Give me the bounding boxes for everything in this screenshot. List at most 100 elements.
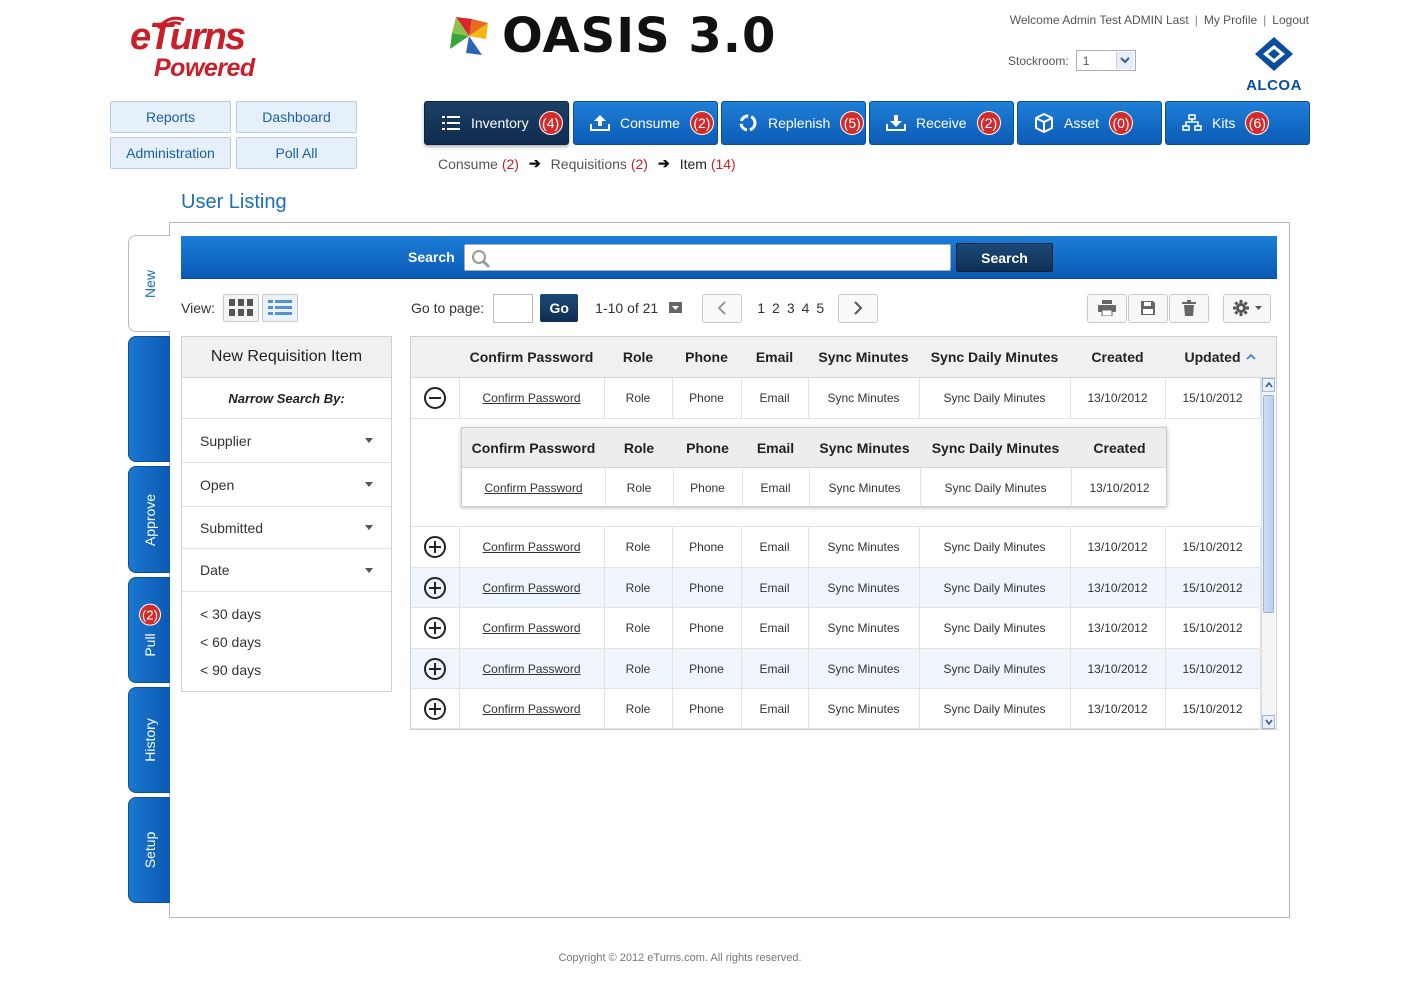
expand-toggle[interactable] xyxy=(411,649,459,688)
administration-button[interactable]: Administration xyxy=(110,137,231,169)
alcoa-logo: ALCOA xyxy=(1238,36,1310,94)
subtable-column-header[interactable]: Sync Daily Minutes xyxy=(920,428,1071,467)
expand-toggle[interactable] xyxy=(411,608,459,648)
confirm-password-link[interactable]: Confirm Password xyxy=(459,689,604,728)
nav-kits[interactable]: Kits (6) xyxy=(1165,101,1310,145)
table-cell: Sync Daily Minutes xyxy=(943,621,1046,635)
delete-button[interactable] xyxy=(1169,293,1209,323)
filter-open-dropdown[interactable]: Open xyxy=(182,463,391,507)
confirm-password-link[interactable]: Confirm Password xyxy=(459,649,604,688)
table-cell: 15/10/2012 xyxy=(1182,701,1243,716)
tab-new[interactable]: New xyxy=(128,235,170,332)
table-cell: Phone xyxy=(689,621,724,635)
confirm-password-link[interactable]: Confirm Password xyxy=(459,378,604,418)
date-option-60[interactable]: < 60 days xyxy=(182,628,391,656)
prev-page-button[interactable] xyxy=(702,293,743,323)
nav-consume[interactable]: Consume (2) xyxy=(573,101,718,145)
go-button[interactable]: Go xyxy=(540,294,579,322)
page-number[interactable]: 4 xyxy=(802,300,810,316)
scroll-down-button[interactable] xyxy=(1262,715,1275,729)
page-number[interactable]: 3 xyxy=(787,300,795,316)
column-header[interactable]: Confirm Password xyxy=(459,337,604,377)
table-cell: Sync Minutes xyxy=(827,540,900,554)
tab-setup[interactable]: Setup xyxy=(128,797,170,903)
confirm-password-link[interactable]: Confirm Password xyxy=(459,568,604,607)
arrow-right-icon: ➔ xyxy=(528,155,541,171)
tab-approve[interactable]: Approve xyxy=(128,466,170,573)
scroll-up-button[interactable] xyxy=(1262,378,1275,392)
settings-button[interactable] xyxy=(1223,293,1271,323)
page-number[interactable]: 2 xyxy=(772,300,780,316)
nav-replenish[interactable]: Replenish (5) xyxy=(721,101,866,145)
page-number[interactable]: 1 xyxy=(757,300,765,316)
filter-date-dropdown[interactable]: Date xyxy=(182,549,391,592)
breadcrumb-requisitions[interactable]: Requisitions (2) xyxy=(551,156,648,172)
upload-tray-icon xyxy=(590,113,610,133)
column-header[interactable]: Email xyxy=(741,337,808,377)
subtable-column-header[interactable]: Phone xyxy=(673,428,742,467)
nav-receive[interactable]: Receive (2) xyxy=(869,101,1014,145)
caret-down-icon xyxy=(1254,305,1262,310)
breadcrumb-item: Item (14) xyxy=(680,156,736,172)
subtable-column-header[interactable]: Confirm Password xyxy=(462,428,605,467)
nav-inventory[interactable]: Inventory (4) xyxy=(424,101,569,145)
confirm-password-link[interactable]: Confirm Password xyxy=(462,468,605,507)
column-header[interactable]: Sync Minutes xyxy=(808,337,919,377)
subtable-header: Confirm Password Role Phone Email Sync Minut… xyxy=(462,428,1166,468)
nav-label: Consume xyxy=(620,115,680,131)
scroll-thumb[interactable] xyxy=(1263,395,1274,613)
tab-history[interactable]: History xyxy=(128,687,170,793)
subtable-column-header[interactable]: Created xyxy=(1071,428,1168,467)
vertical-scrollbar[interactable] xyxy=(1261,378,1275,729)
save-button[interactable] xyxy=(1128,293,1168,323)
search-input[interactable] xyxy=(464,244,951,271)
expand-toggle[interactable] xyxy=(411,568,459,607)
date-option-30[interactable]: < 30 days xyxy=(182,600,391,628)
search-bar: Search Search xyxy=(181,236,1277,279)
nav-asset[interactable]: Asset (0) xyxy=(1017,101,1162,145)
table-cell: 13/10/2012 xyxy=(1087,540,1148,554)
expand-plus-icon xyxy=(424,576,446,599)
range-dropdown[interactable] xyxy=(669,300,683,316)
chevron-down-icon xyxy=(1115,52,1134,69)
sort-chevron-icon[interactable] xyxy=(1241,337,1261,377)
page-number[interactable]: 5 xyxy=(816,300,824,316)
logout-link[interactable]: Logout xyxy=(1272,13,1309,27)
grid-header: Confirm Password Role Phone Email Sync Minut… xyxy=(411,337,1276,378)
tab-pull[interactable]: Pull (2) xyxy=(128,577,170,683)
table-cell: Phone xyxy=(689,580,724,595)
next-page-button[interactable] xyxy=(838,293,879,323)
eturns-logo: eTurns Powered xyxy=(130,10,300,85)
subtable-column-header[interactable]: Role xyxy=(605,428,673,467)
column-header[interactable]: Sync Daily Minutes xyxy=(919,337,1070,377)
tab-label: New xyxy=(141,269,158,298)
breadcrumb-consume[interactable]: Consume (2) xyxy=(438,156,519,172)
subtable-column-header[interactable]: Email xyxy=(742,428,809,467)
expand-toggle[interactable] xyxy=(411,527,459,567)
dashboard-button[interactable]: Dashboard xyxy=(236,101,357,133)
goto-page-input[interactable] xyxy=(493,293,534,323)
grid-view-button[interactable] xyxy=(222,294,259,322)
confirm-password-link[interactable]: Confirm Password xyxy=(459,608,604,648)
table-cell: 15/10/2012 xyxy=(1182,661,1243,676)
printer-icon xyxy=(1098,300,1116,316)
confirm-password-link[interactable]: Confirm Password xyxy=(459,527,604,567)
subtable-column-header[interactable]: Sync Minutes xyxy=(809,428,920,467)
search-button[interactable]: Search xyxy=(956,243,1053,272)
poll-all-button[interactable]: Poll All xyxy=(236,137,357,169)
filter-supplier-dropdown[interactable]: Supplier xyxy=(182,419,391,463)
column-header[interactable]: Role xyxy=(604,337,672,377)
my-profile-link[interactable]: My Profile xyxy=(1204,13,1257,27)
list-view-button[interactable] xyxy=(261,294,298,322)
stockroom-select[interactable]: 1 xyxy=(1075,50,1136,71)
tab-label: Pull xyxy=(141,633,158,657)
reports-button[interactable]: Reports xyxy=(110,101,231,133)
tab-blank[interactable] xyxy=(128,336,170,462)
column-header[interactable]: Created xyxy=(1070,337,1165,377)
date-option-90[interactable]: < 90 days xyxy=(182,656,391,684)
expand-toggle[interactable] xyxy=(411,378,459,418)
print-button[interactable] xyxy=(1087,293,1127,323)
expand-toggle[interactable] xyxy=(411,689,459,728)
column-header[interactable]: Phone xyxy=(672,337,741,377)
filter-submitted-dropdown[interactable]: Submitted xyxy=(182,507,391,549)
